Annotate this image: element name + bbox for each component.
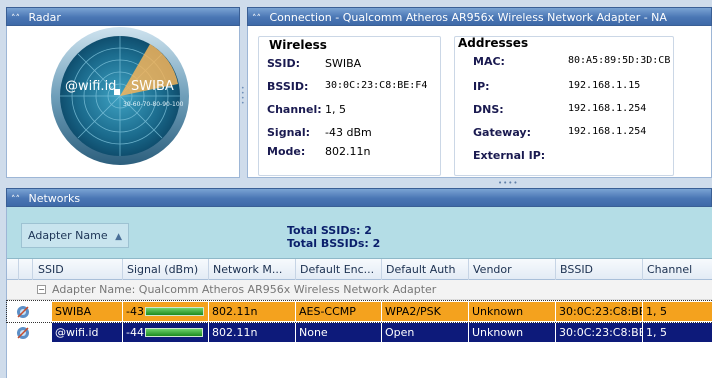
addresses-group: Addresses MAC: 80:A5:89:5D:3D:CB IP: 192… [454, 36, 674, 176]
horizontal-splitter[interactable]: •••• [498, 179, 519, 187]
cell-default-encryption: None [296, 323, 382, 342]
cell-ssid: @wifi.id [52, 323, 123, 342]
table-row[interactable]: @wifi.id -44 802.11n None Open Unknown 3… [7, 322, 712, 343]
radar-display: @wifi.id SWIBA 30-60-70-80-90-100 [51, 27, 189, 165]
cell-signal-value: -43 [126, 305, 144, 318]
addresses-group-title: Addresses [458, 36, 529, 50]
radar-panel: @wifi.id SWIBA 30-60-70-80-90-100 [6, 26, 240, 178]
column-header-vendor[interactable]: Vendor [469, 259, 556, 280]
wifi-network-icon [17, 327, 29, 339]
signal-bar [145, 307, 204, 316]
collapse-icon[interactable]: ˄˄ [252, 10, 266, 25]
cell-bssid: 30:0C:23:C8:BE: [556, 302, 643, 321]
ip-value: 192.168.1.15 [568, 80, 641, 91]
sort-up-icon: ▲ [115, 232, 123, 242]
cell-default-auth: Open [382, 323, 469, 342]
mac-value: 80:A5:89:5D:3D:CB [568, 55, 671, 66]
cell-ssid: SWIBA [52, 302, 123, 321]
cell-default-auth: WPA2/PSK [382, 302, 469, 321]
collapse-icon[interactable]: ˄˄ [11, 191, 25, 206]
wireless-group-title: Wireless [269, 38, 327, 52]
field-label: Channel: [267, 103, 322, 116]
cell-network-mode: 802.11n [209, 323, 296, 342]
wireless-group: Wireless SSID: SWIBA BSSID: 30:0C:23:C8:… [258, 36, 441, 176]
connection-panel-header[interactable]: ˄˄ Connection - Qualcomm Atheros AR956x … [247, 7, 712, 26]
column-header-network-mode[interactable]: Network M... [209, 259, 296, 280]
radar-label-wifiid: @wifi.id [65, 79, 116, 94]
mode-value: 802.11n [325, 145, 371, 158]
connection-panel: Wireless SSID: SWIBA BSSID: 30:0C:23:C8:… [247, 26, 712, 178]
column-header-ssid[interactable]: SSID [33, 259, 123, 280]
cell-signal: -43 [123, 302, 209, 321]
ssid-value: SWIBA [325, 57, 362, 70]
column-header-indicator[interactable] [7, 259, 19, 280]
connection-panel-title: Connection - Qualcomm Atheros AR956x Wir… [269, 11, 667, 24]
field-label: Signal: [267, 126, 310, 139]
totals: Total SSIDs: 2 Total BSSIDs: 2 [287, 224, 380, 250]
column-header-row: SSID Signal (dBm) Network M... Default E… [7, 259, 712, 280]
total-bssids: Total BSSIDs: 2 [287, 237, 381, 250]
wifi-network-icon [17, 306, 29, 318]
cell-vendor: Unknown [469, 323, 556, 342]
vertical-splitter[interactable]: • • • • [241, 86, 245, 107]
networks-grid: Adapter Name ▲ Total SSIDs: 2 Total BSSI… [6, 207, 712, 378]
signal-bar [145, 328, 203, 337]
column-header-default-encryption[interactable]: Default Enc... [296, 259, 382, 280]
radar-scale: 30-60-70-80-90-100 [123, 101, 184, 108]
column-header-bssid[interactable]: BSSID [556, 259, 643, 280]
cell-signal-value: -44 [126, 326, 144, 339]
total-ssids: Total SSIDs: 2 [287, 224, 372, 237]
cell-network-mode: 802.11n [209, 302, 296, 321]
networks-panel-title: Networks [28, 192, 81, 205]
collapse-icon[interactable]: ˄˄ [11, 10, 25, 25]
field-label: IP: [473, 80, 490, 93]
gateway-value: 192.168.1.254 [568, 126, 647, 137]
column-header-channel[interactable]: Channel [643, 259, 712, 280]
column-header-default-auth[interactable]: Default Auth [382, 259, 469, 280]
group-by-panel: Adapter Name ▲ Total SSIDs: 2 Total BSSI… [7, 207, 712, 259]
column-header-signal[interactable]: Signal (dBm) [123, 259, 209, 280]
field-label: SSID: [267, 57, 300, 70]
table-row[interactable]: SWIBA -43 802.11n AES-CCMP WPA2/PSK Unkn… [6, 300, 712, 323]
cell-channel: 1, 5 [643, 323, 712, 342]
field-label: Mode: [267, 145, 306, 158]
field-label: External IP: [473, 149, 546, 162]
bssid-value: 30:0C:23:C8:BE:F4 [325, 80, 428, 91]
cell-vendor: Unknown [469, 302, 556, 321]
signal-value: -43 dBm [325, 126, 372, 139]
field-label: Gateway: [473, 126, 531, 139]
cell-default-encryption: AES-CCMP [296, 302, 382, 321]
group-by-label: Adapter Name [28, 229, 108, 242]
radar-label-swiba: SWIBA [131, 79, 174, 94]
column-header-icon[interactable] [19, 259, 33, 280]
field-label: DNS: [473, 103, 504, 116]
channel-value: 1, 5 [325, 103, 346, 116]
radar-panel-title: Radar [28, 11, 61, 24]
networks-panel-header[interactable]: ˄˄ Networks [6, 188, 712, 207]
collapse-group-icon[interactable]: − [37, 285, 46, 294]
cell-signal: -44 [123, 323, 209, 342]
adapter-group-row[interactable]: − Adapter Name: Qualcomm Atheros AR956x … [7, 280, 712, 300]
cell-bssid: 30:0C:23:C8:BE: [556, 323, 643, 342]
field-label: MAC: [473, 55, 505, 68]
group-by-chip[interactable]: Adapter Name ▲ [21, 223, 129, 248]
dns-value: 192.168.1.254 [568, 103, 647, 114]
cell-channel: 1, 5 [643, 302, 712, 321]
radar-panel-header[interactable]: ˄˄ Radar [6, 7, 240, 26]
field-label: BSSID: [267, 80, 309, 93]
adapter-group-label: Adapter Name: Qualcomm Atheros AR956x Wi… [52, 283, 437, 296]
